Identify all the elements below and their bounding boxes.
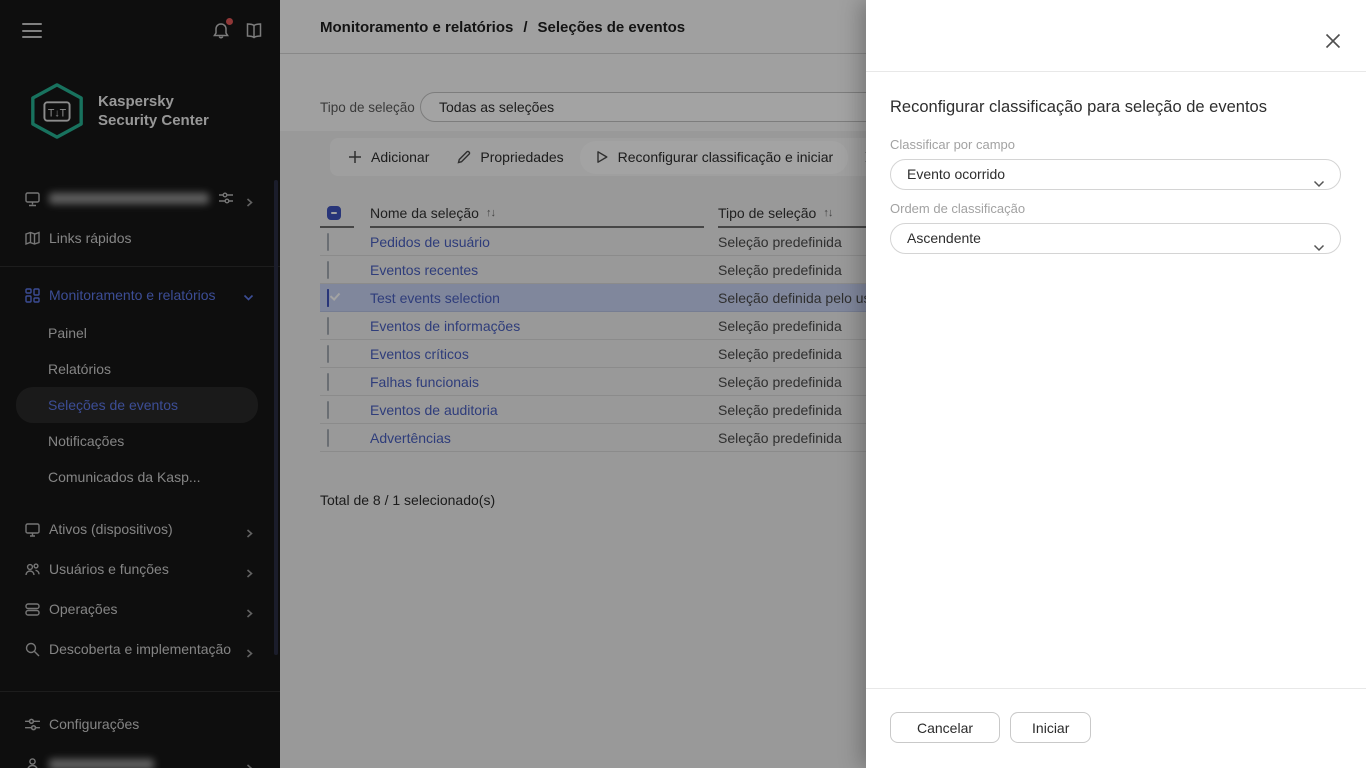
start-button[interactable]: Iniciar (1010, 712, 1092, 743)
sort-order-value: Ascendente (907, 230, 981, 246)
panel-header-divider (866, 71, 1366, 72)
sort-field-dropdown[interactable]: Evento ocorrido (890, 159, 1341, 190)
sort-field-label: Classificar por campo (890, 137, 1015, 152)
panel-actions: Cancelar Iniciar (890, 712, 1092, 743)
modal-dim-overlay[interactable] (0, 0, 866, 768)
cancel-button[interactable]: Cancelar (890, 712, 1001, 743)
close-icon[interactable] (1324, 32, 1342, 50)
chevron-down-icon (1313, 234, 1325, 252)
sort-field-value: Evento ocorrido (907, 166, 1006, 182)
kaspersky-security-center-app: T↓T Kaspersky Security Center Links rápi… (0, 0, 1366, 768)
reconfigure-sorting-panel: Reconfigurar classificação para seleção … (866, 0, 1366, 768)
sort-order-dropdown[interactable]: Ascendente (890, 223, 1341, 254)
chevron-down-icon (1313, 170, 1325, 188)
panel-title: Reconfigurar classificação para seleção … (890, 98, 1267, 116)
sort-order-label: Ordem de classificação (890, 201, 1026, 216)
panel-footer-divider (866, 688, 1366, 689)
